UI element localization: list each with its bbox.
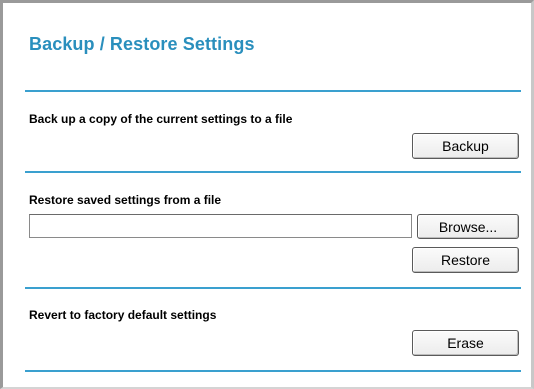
section-divider-2: [25, 171, 521, 173]
restore-section-label: Restore saved settings from a file: [29, 193, 222, 207]
restore-file-input[interactable]: [29, 214, 412, 238]
section-divider-1: [25, 90, 521, 92]
erase-button[interactable]: Erase: [412, 330, 519, 356]
browse-button[interactable]: Browse...: [417, 214, 519, 239]
section-divider-3: [25, 287, 521, 289]
revert-section-label: Revert to factory default settings: [29, 308, 217, 322]
backup-button[interactable]: Backup: [412, 133, 519, 159]
settings-panel: Backup / Restore Settings Back up a copy…: [0, 0, 534, 389]
restore-button[interactable]: Restore: [412, 247, 519, 273]
section-divider-4: [25, 370, 521, 372]
page-title: Backup / Restore Settings: [29, 34, 255, 54]
backup-section-label: Back up a copy of the current settings t…: [29, 112, 293, 126]
